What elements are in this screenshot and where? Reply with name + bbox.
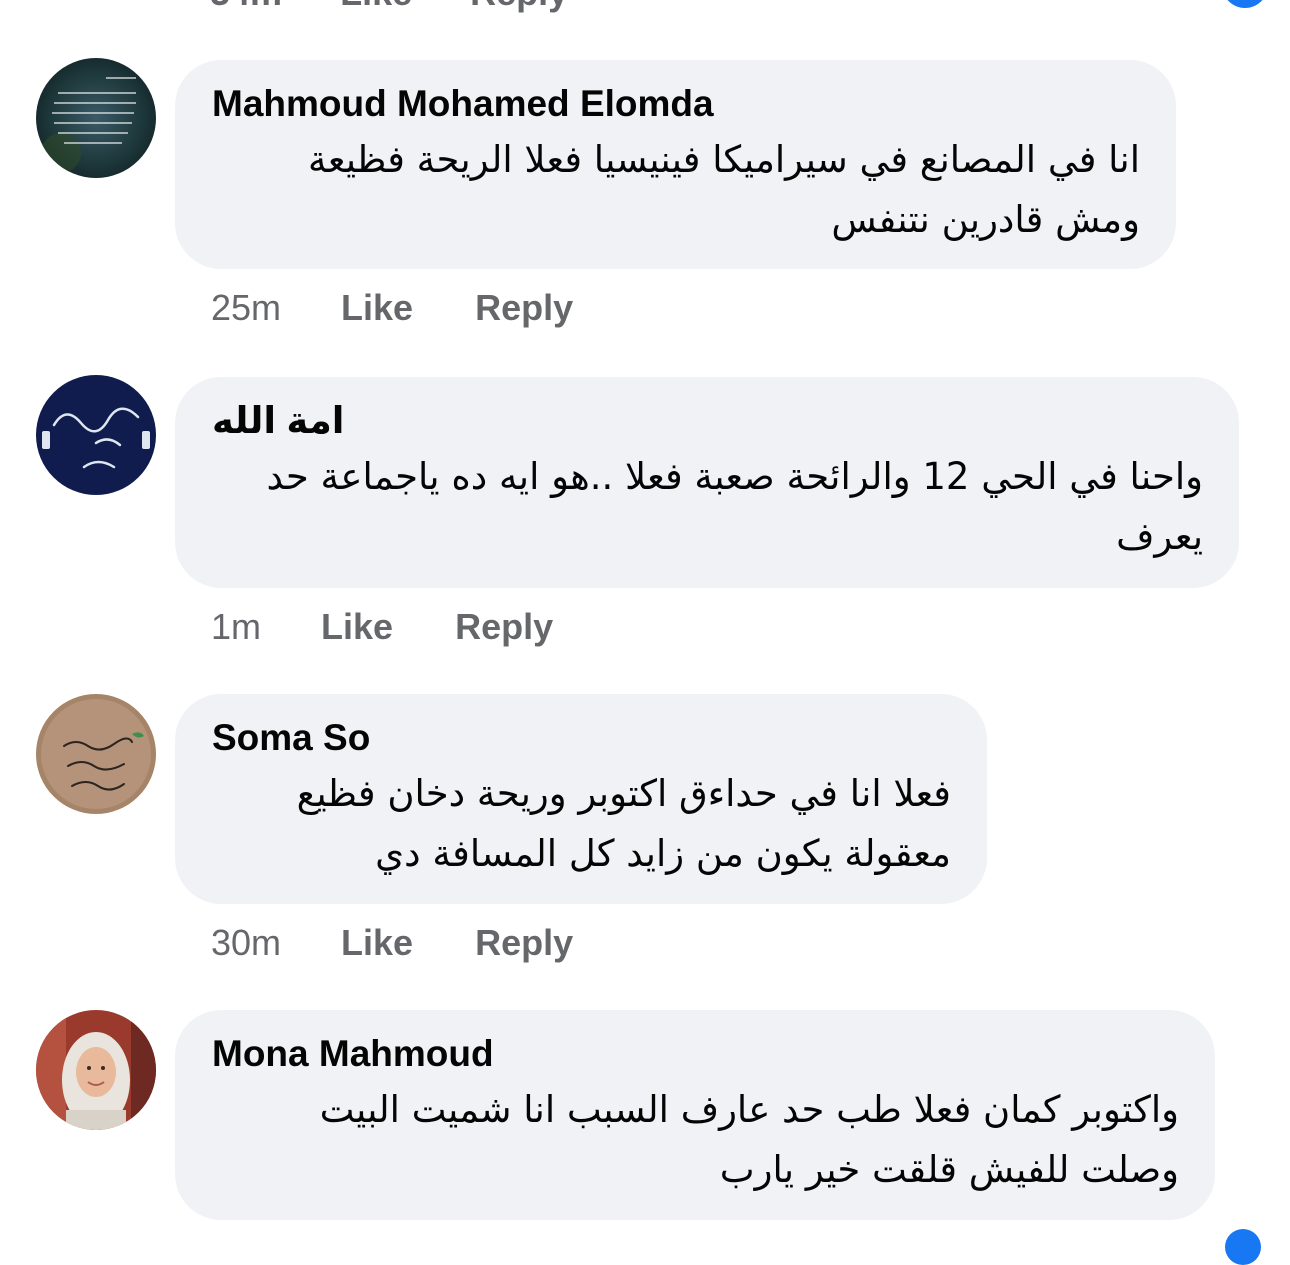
like-button[interactable]: Like <box>341 287 413 328</box>
reply-button[interactable]: Reply <box>455 606 553 647</box>
comment-text: واحنا في الحي 12 والرائحة صعبة فعلا ..هو… <box>266 455 1204 558</box>
comment-text: انا في المصانع في سيراميكا فينيسيا فعلا … <box>308 138 1140 241</box>
avatar[interactable] <box>36 1010 156 1130</box>
author-name[interactable]: Mahmoud Mohamed Elomda <box>212 82 1140 126</box>
comment-time[interactable]: 25m <box>211 287 281 328</box>
comment-bubble[interactable]: Mahmoud Mohamed Elomda انا في المصانع في… <box>175 60 1176 269</box>
comment-text: فعلا انا في حداءق اكتوبر وريحة دخان فظيع… <box>296 772 951 875</box>
avatar-calligraphy-dark-icon <box>36 58 156 178</box>
reaction-icon[interactable] <box>1225 1229 1261 1265</box>
author-name[interactable]: Mona Mahmoud <box>212 1032 1179 1076</box>
avatar[interactable] <box>36 375 156 495</box>
comment-bubble[interactable]: Mona Mahmoud واكتوبر كمان فعلا طب حد عار… <box>175 1010 1215 1220</box>
avatar[interactable] <box>36 58 156 178</box>
comment-time[interactable]: 1m <box>211 606 261 647</box>
avatar[interactable] <box>36 694 156 814</box>
avatar-photo-woman-icon <box>36 1010 156 1130</box>
reaction-icon[interactable] <box>1222 0 1268 8</box>
author-name[interactable]: امة الله <box>212 399 1203 443</box>
comment-actions: 30m Like Reply <box>211 922 573 964</box>
reply-button[interactable]: Reply <box>475 922 573 963</box>
avatar-calligraphy-paper-icon <box>36 694 156 814</box>
previous-comment-actions: 54m Like Reply <box>210 0 616 13</box>
like-button[interactable]: Like <box>341 922 413 963</box>
comment-actions: 25m Like Reply <box>211 287 573 329</box>
previous-reply-button[interactable]: Reply <box>470 0 568 13</box>
comment-text: واكتوبر كمان فعلا طب حد عارف السبب انا ش… <box>319 1088 1179 1191</box>
comment-actions: 1m Like Reply <box>211 606 553 648</box>
comment-bubble[interactable]: امة الله واحنا في الحي 12 والرائحة صعبة … <box>175 377 1239 588</box>
avatar-calligraphy-navy-icon <box>36 375 156 495</box>
like-button[interactable]: Like <box>321 606 393 647</box>
author-name[interactable]: Soma So <box>212 716 951 760</box>
comment-time[interactable]: 30m <box>211 922 281 963</box>
comment-bubble[interactable]: Soma So فعلا انا في حداءق اكتوبر وريحة د… <box>175 694 987 904</box>
reply-button[interactable]: Reply <box>475 287 573 328</box>
previous-comment-time: 54m <box>210 0 282 13</box>
previous-like-button[interactable]: Like <box>340 0 412 13</box>
